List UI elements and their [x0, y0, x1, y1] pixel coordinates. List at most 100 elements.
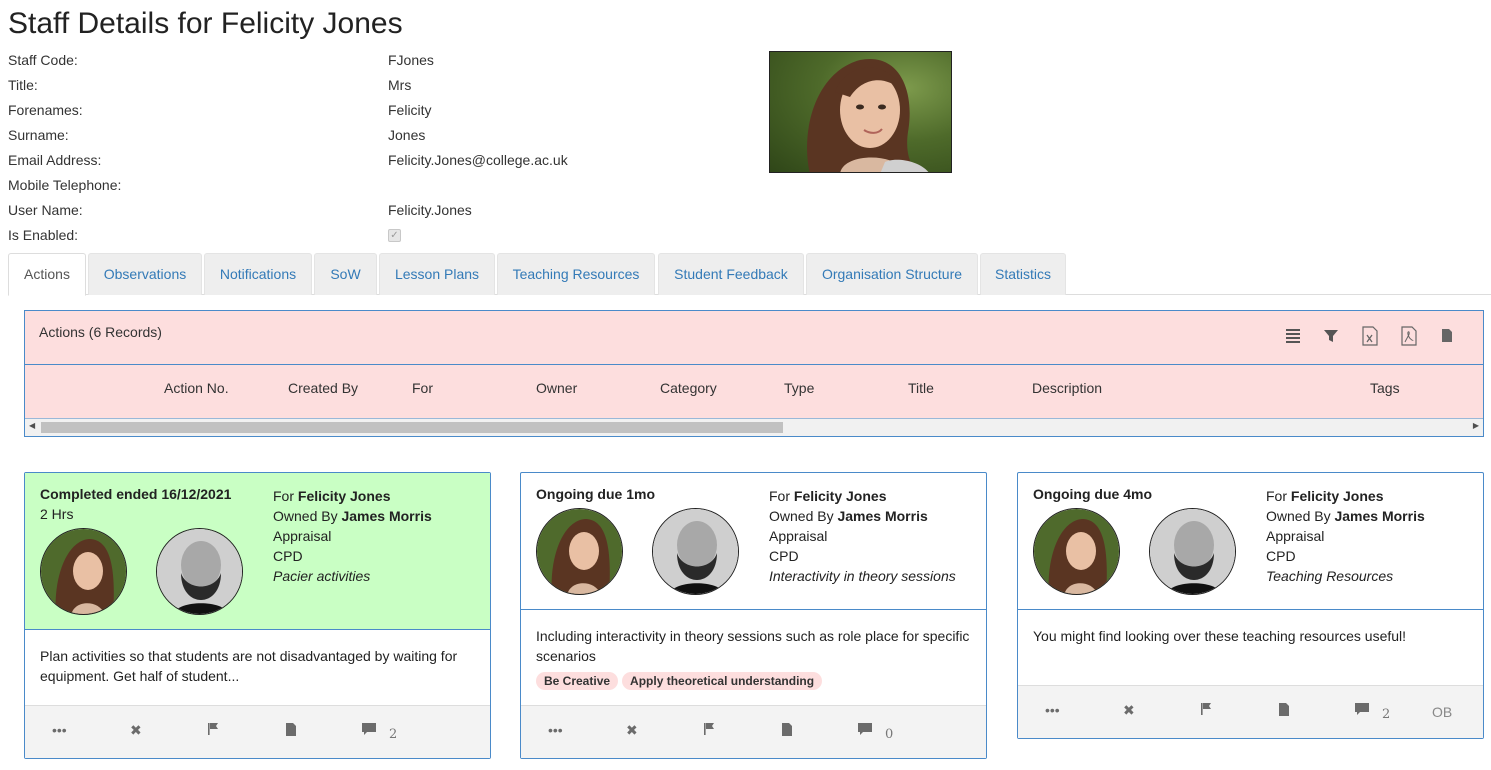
column-header[interactable]: Title [908, 380, 934, 396]
card-owner: Owned By James Morris [769, 506, 956, 526]
for-name: Felicity Jones [297, 488, 391, 504]
observation-button[interactable]: OB [1432, 704, 1452, 720]
comment-icon[interactable] [857, 722, 873, 739]
column-header[interactable]: Action No. [164, 380, 229, 396]
card-category: Appraisal [1266, 528, 1325, 544]
more-icon[interactable]: ••• [548, 722, 563, 738]
card-tags: Be Creative Apply theoretical understandi… [536, 670, 971, 690]
detail-value: Felicity.Jones [388, 202, 472, 218]
tab-teaching-resources[interactable]: Teaching Resources [497, 253, 655, 295]
card-category: Appraisal [273, 528, 332, 544]
detail-label: Staff Code: [8, 52, 78, 68]
detail-value: FJones [388, 52, 434, 68]
for-avatar [40, 528, 127, 615]
card-type: CPD [769, 548, 799, 564]
tab-statistics[interactable]: Statistics [980, 253, 1066, 295]
card-body: Plan activities so that students are not… [25, 630, 490, 686]
card-footer: ••• ✖ 2 [25, 705, 490, 758]
tab-notifications[interactable]: Notifications [204, 253, 312, 295]
card-title: Pacier activities [273, 568, 371, 584]
tab-sow[interactable]: SoW [314, 253, 377, 295]
column-header[interactable]: Tags [1370, 380, 1400, 396]
columns-icon[interactable] [1285, 326, 1305, 348]
owner-name: James Morris [837, 508, 928, 524]
action-card[interactable]: Ongoing due 1mo For Felicity Jones Owned… [520, 472, 987, 759]
comment-count: 0 [885, 727, 894, 742]
detail-label: Mobile Telephone: [8, 177, 122, 193]
for-name: Felicity Jones [1290, 488, 1384, 504]
detail-label: Email Address: [8, 152, 102, 168]
more-icon[interactable]: ••• [1045, 702, 1060, 718]
flag-icon[interactable] [1200, 702, 1212, 719]
card-owner: Owned By James Morris [1266, 506, 1425, 526]
action-card[interactable]: Ongoing due 4mo For Felicity Jones Owned… [1017, 472, 1484, 739]
card-header: Completed ended 16/12/2021 2 Hrs For Fel… [25, 473, 490, 630]
staff-photo [769, 51, 952, 173]
card-description: You might find looking over these teachi… [1033, 628, 1407, 644]
document-icon[interactable] [1440, 326, 1460, 348]
grid-column-headers: Action No. Created By For Owner Category… [25, 365, 1483, 419]
column-header[interactable]: Type [784, 380, 814, 396]
scroll-left-icon[interactable]: ◀ [29, 421, 35, 430]
owner-avatar [1149, 508, 1236, 595]
flag-icon[interactable] [207, 722, 219, 739]
scroll-right-icon[interactable]: ▶ [1473, 421, 1479, 430]
action-card[interactable]: Completed ended 16/12/2021 2 Hrs For Fel… [24, 472, 491, 759]
detail-label: User Name: [8, 202, 83, 218]
card-status: Ongoing due 4mo [1033, 486, 1152, 502]
close-icon[interactable]: ✖ [130, 722, 142, 739]
card-for: For Felicity Jones [769, 486, 956, 506]
filter-icon[interactable] [1323, 326, 1343, 348]
tab-lesson-plans[interactable]: Lesson Plans [379, 253, 495, 295]
tab-actions[interactable]: Actions [8, 253, 86, 296]
horizontal-scrollbar[interactable]: ◀ ▶ [25, 419, 1483, 436]
column-header[interactable]: Description [1032, 380, 1102, 396]
detail-label: Forenames: [8, 102, 83, 118]
owner-label: Owned By [769, 508, 834, 524]
tab-bar: Actions Observations Notifications SoW L… [8, 253, 1491, 296]
card-owner: Owned By James Morris [273, 506, 432, 526]
card-header: Ongoing due 1mo For Felicity Jones Owned… [521, 473, 986, 610]
card-header: Ongoing due 4mo For Felicity Jones Owned… [1018, 473, 1483, 610]
document-icon[interactable] [1278, 702, 1290, 720]
comment-icon[interactable] [361, 722, 377, 739]
detail-label: Surname: [8, 127, 69, 143]
detail-value: Felicity.Jones@college.ac.uk [388, 152, 568, 168]
column-header[interactable]: For [412, 380, 433, 396]
close-icon[interactable]: ✖ [626, 722, 638, 739]
grid-title: Actions (6 Records) [39, 324, 162, 340]
detail-value: Jones [388, 127, 426, 143]
flag-icon[interactable] [703, 722, 715, 739]
owner-label: Owned By [273, 508, 338, 524]
for-label: For [1266, 488, 1287, 504]
card-title: Teaching Resources [1266, 568, 1394, 584]
document-icon[interactable] [285, 722, 297, 740]
detail-value: Felicity [388, 102, 432, 118]
for-avatar [1033, 508, 1120, 595]
excel-export-icon[interactable] [1361, 326, 1381, 348]
tab-student-feedback[interactable]: Student Feedback [658, 253, 804, 295]
column-header[interactable]: Owner [536, 380, 577, 396]
card-body: You might find looking over these teachi… [1018, 610, 1483, 646]
tag-badge[interactable]: Apply theoretical understanding [622, 672, 823, 690]
column-header[interactable]: Created By [288, 380, 358, 396]
tab-organisation-structure[interactable]: Organisation Structure [806, 253, 978, 295]
column-header[interactable]: Category [660, 380, 717, 396]
tag-badge[interactable]: Be Creative [536, 672, 619, 690]
scroll-thumb[interactable] [41, 422, 783, 433]
card-duration: 2 Hrs [40, 506, 74, 522]
document-icon[interactable] [781, 722, 793, 740]
card-status: Ongoing due 1mo [536, 486, 655, 502]
detail-label: Title: [8, 77, 38, 93]
comment-count: 2 [389, 727, 398, 742]
pdf-export-icon[interactable] [1400, 326, 1420, 348]
close-icon[interactable]: ✖ [1123, 702, 1135, 719]
for-avatar [536, 508, 623, 595]
for-label: For [769, 488, 790, 504]
card-body: Including interactivity in theory sessio… [521, 610, 986, 690]
more-icon[interactable]: ••• [52, 722, 67, 738]
tab-observations[interactable]: Observations [88, 253, 202, 295]
comment-icon[interactable] [1354, 702, 1370, 719]
card-for: For Felicity Jones [273, 486, 432, 506]
card-status: Completed ended 16/12/2021 [40, 486, 232, 502]
